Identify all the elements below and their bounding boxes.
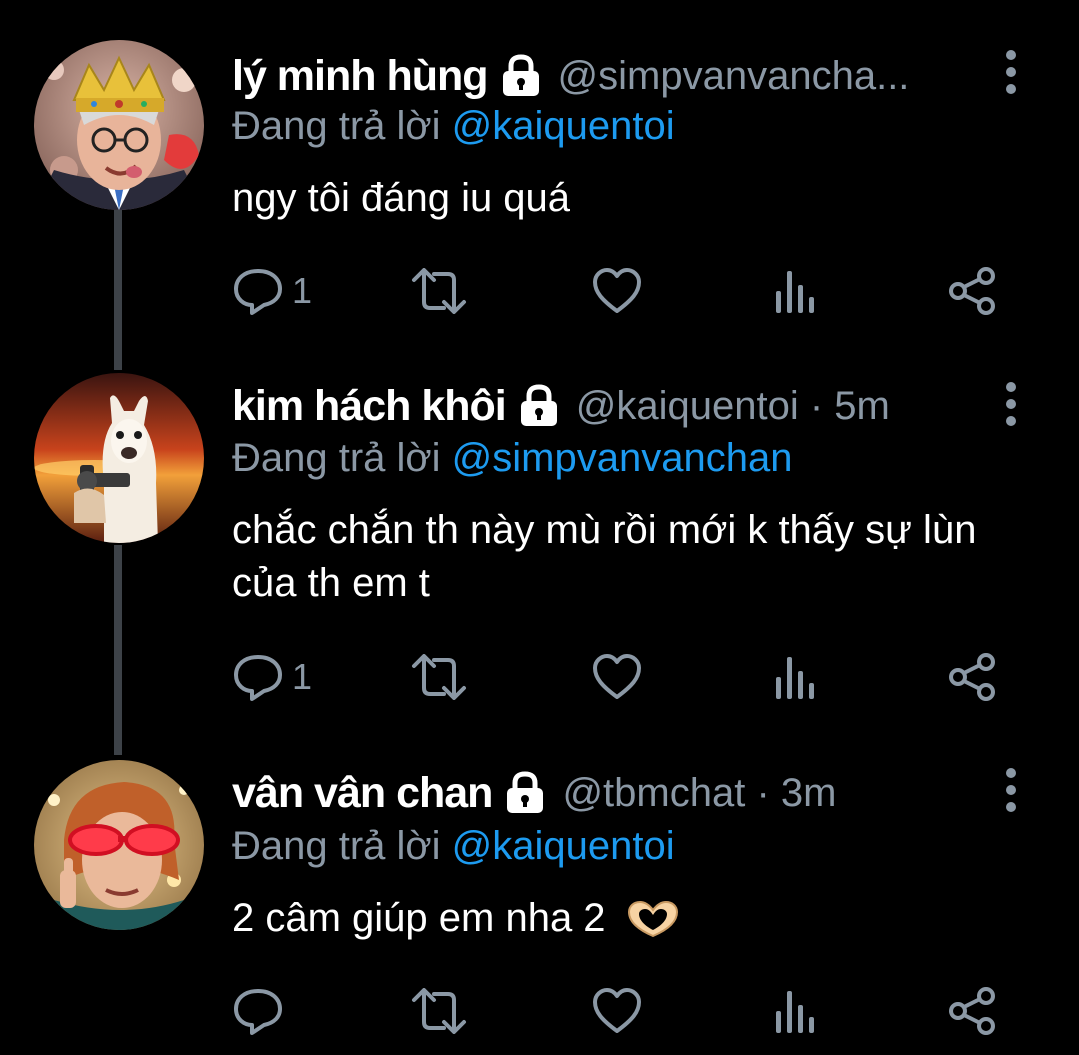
display-name[interactable]: kim hách khôi bbox=[232, 382, 507, 431]
replying-to: Đang trả lời @kaiquentoi bbox=[232, 104, 675, 149]
share-button[interactable] bbox=[946, 266, 998, 316]
like-button[interactable] bbox=[592, 986, 642, 1036]
stats-icon bbox=[776, 991, 814, 1033]
share-button[interactable] bbox=[946, 652, 998, 702]
retweet-icon bbox=[412, 268, 466, 314]
more-vertical-icon[interactable] bbox=[998, 48, 1024, 98]
replying-to: Đang trả lời @kaiquentoi bbox=[232, 824, 675, 869]
stats-button[interactable] bbox=[772, 986, 816, 1036]
reply-button[interactable] bbox=[232, 986, 292, 1036]
stats-icon bbox=[776, 271, 814, 313]
more-vertical-icon[interactable] bbox=[998, 766, 1024, 816]
tweet-text: chắc chắn th này mù rồi mới k thấy sự lù… bbox=[232, 508, 977, 605]
reply-button[interactable]: 1 bbox=[232, 652, 312, 702]
display-name[interactable]: vân vân chan bbox=[232, 769, 493, 818]
like-icon bbox=[593, 268, 641, 313]
share-icon bbox=[949, 987, 995, 1035]
handle[interactable]: @simpvanvancha... bbox=[558, 54, 910, 99]
retweet-button[interactable] bbox=[410, 266, 468, 316]
stats-icon bbox=[776, 657, 814, 699]
avatar[interactable] bbox=[34, 373, 204, 543]
man-with-crown-avatar bbox=[34, 40, 204, 210]
tweet[interactable]: kim hách khôi @kaiquentoi · 5m Đang trả … bbox=[0, 360, 1079, 750]
handle-and-time[interactable]: @tbmchat · 3m bbox=[562, 771, 836, 816]
handle-and-time[interactable]: @kaiquentoi · 5m bbox=[576, 384, 890, 429]
action-bar bbox=[232, 986, 1012, 1036]
tweet-text: ngy tôi đáng iu quá bbox=[232, 176, 571, 220]
avatar[interactable] bbox=[34, 760, 204, 930]
alpaca-with-gun-avatar bbox=[34, 373, 204, 543]
reply-icon bbox=[234, 655, 282, 701]
mention-link[interactable]: @kaiquentoi bbox=[452, 104, 675, 148]
display-name[interactable]: lý minh hùng bbox=[232, 52, 489, 101]
like-icon bbox=[593, 654, 641, 699]
reply-icon bbox=[234, 989, 282, 1035]
replying-to-label: Đang trả lời bbox=[232, 824, 452, 868]
share-button[interactable] bbox=[946, 986, 998, 1036]
retweet-button[interactable] bbox=[410, 652, 468, 702]
reply-icon bbox=[234, 269, 282, 315]
tweet[interactable]: vân vân chan @tbmchat · 3m Đang trả lời … bbox=[0, 750, 1079, 1055]
tweet-text-content: 2 câm giúp em nha 2 bbox=[232, 896, 606, 940]
share-icon bbox=[949, 267, 995, 315]
share-icon bbox=[949, 653, 995, 701]
replying-to-label: Đang trả lời bbox=[232, 436, 452, 480]
reply-button[interactable]: 1 bbox=[232, 266, 312, 316]
retweet-icon bbox=[412, 988, 466, 1034]
tweet[interactable]: lý minh hùng @simpvanvancha... Đang trả … bbox=[0, 0, 1079, 360]
mention-link[interactable]: @kaiquentoi bbox=[452, 824, 675, 868]
stats-button[interactable] bbox=[772, 652, 816, 702]
retweet-icon bbox=[412, 654, 466, 700]
lock-icon bbox=[502, 54, 539, 96]
mention-link[interactable]: @simpvanvanchan bbox=[452, 436, 793, 480]
woman-red-glasses-avatar bbox=[34, 760, 204, 930]
heart-hands-emoji bbox=[627, 901, 678, 938]
like-button[interactable] bbox=[592, 266, 642, 316]
replying-to: Đang trả lời @simpvanvanchan bbox=[232, 436, 792, 481]
action-bar: 1 bbox=[232, 266, 1012, 316]
lock-icon bbox=[520, 384, 557, 426]
lock-icon bbox=[507, 771, 544, 813]
action-bar: 1 bbox=[232, 652, 1012, 702]
retweet-button[interactable] bbox=[410, 986, 468, 1036]
tweet-text: 2 câm giúp em nha 2 bbox=[232, 892, 1032, 945]
reply-count: 1 bbox=[292, 656, 313, 697]
replying-to-label: Đang trả lời bbox=[232, 104, 452, 148]
like-icon bbox=[593, 988, 641, 1033]
like-button[interactable] bbox=[592, 652, 642, 702]
avatar[interactable] bbox=[34, 40, 204, 210]
more-vertical-icon[interactable] bbox=[998, 380, 1024, 430]
reply-count: 1 bbox=[292, 270, 313, 311]
stats-button[interactable] bbox=[772, 266, 816, 316]
